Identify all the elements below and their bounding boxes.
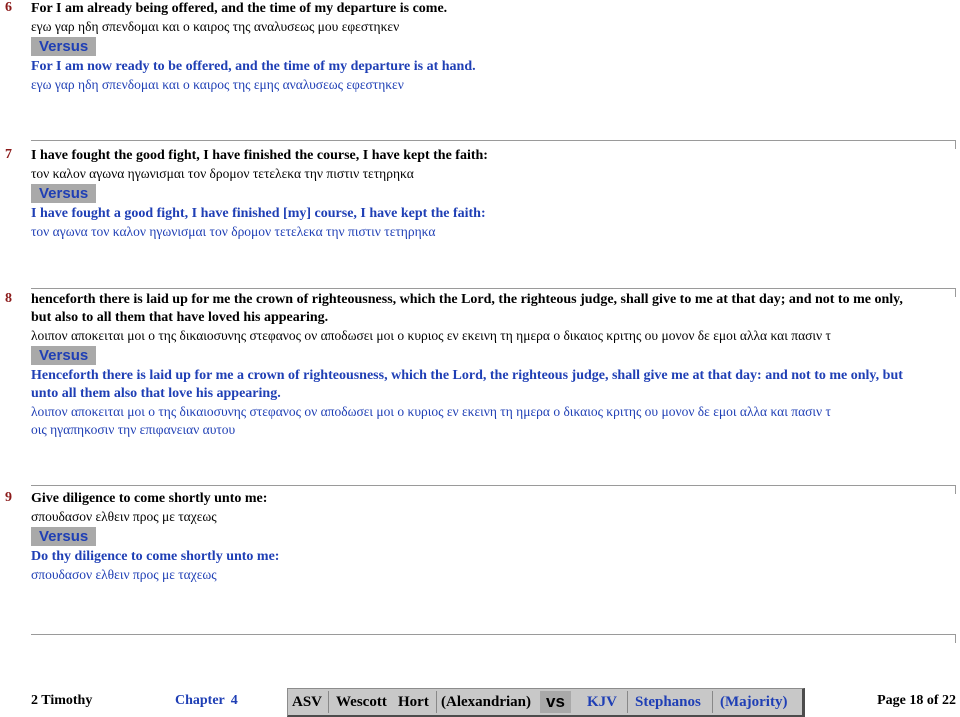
kjv-text: Do thy diligence to come shortly unto me… (31, 549, 280, 564)
verse-number: 6 (5, 0, 12, 15)
version-hort[interactable]: Hort (398, 694, 429, 711)
chapter-number: 4 (230, 693, 238, 708)
bar-divider (627, 691, 628, 713)
versus-badge: vs (540, 691, 571, 713)
versus-label: Versus (31, 184, 97, 203)
verse-number: 8 (5, 291, 12, 306)
asv-text: henceforth there is laid up for me the c… (31, 292, 903, 307)
stephanos-greek-text: λοιπον αποκειται μοι ο της δικαιοσυνης σ… (31, 404, 831, 419)
asv-text: Give diligence to come shortly unto me: (31, 491, 268, 506)
verse-separator (31, 485, 956, 494)
asv-text: For I am already being offered, and the … (31, 1, 448, 16)
asv-text: I have fought the good fight, I have fin… (31, 148, 488, 163)
stephanos-greek-text: τον αγωνα τον καλον ηγωνισμαι τον δρομον… (31, 224, 436, 239)
chapter-label: Chapter (175, 693, 225, 708)
stephanos-greek-text: εγω γαρ ηδη σπενδομαι και ο καιρος της ε… (31, 77, 404, 92)
kjv-text: I have fought a good fight, I have finis… (31, 206, 486, 221)
version-majority[interactable]: (Majority) (720, 694, 787, 711)
version-comparison-bar: ASV Wescott Hort (Alexandrian) vs KJV St… (287, 688, 805, 717)
westcott-hort-greek-text: σπουδασον ελθειν προς με ταχεως (31, 509, 217, 524)
versus-label: Versus (31, 37, 97, 56)
bar-divider (712, 691, 713, 713)
kjv-text: Henceforth there is laid up for me a cro… (31, 368, 903, 383)
westcott-hort-greek-text: λοιπον αποκειται μοι ο της δικαιοσυνης σ… (31, 328, 831, 343)
chapter-indicator: Chapter 4 (175, 693, 238, 709)
verse-number: 7 (5, 147, 12, 162)
stephanos-greek-text: οις ηγαπηκοσιν την επιφανειαν αυτου (31, 422, 236, 437)
kjv-text: For I am now ready to be offered, and th… (31, 59, 476, 74)
verse-separator (31, 634, 956, 643)
version-kjv[interactable]: KJV (587, 694, 617, 711)
versus-label: Versus (31, 346, 97, 365)
kjv-text: unto all them also that love his appeari… (31, 386, 281, 401)
version-alexandrian[interactable]: (Alexandrian) (441, 694, 531, 711)
versus-label: Versus (31, 527, 97, 546)
verse-separator (31, 140, 956, 149)
version-asv[interactable]: ASV (292, 694, 322, 711)
verse-number: 9 (5, 490, 12, 505)
book-name: 2 Timothy (31, 693, 93, 708)
page-number: Page 18 of 22 (877, 693, 956, 708)
version-wescott[interactable]: Wescott (336, 694, 387, 711)
page-footer: 2 Timothy Chapter 4 ASV Wescott Hort (Ale… (0, 688, 960, 717)
westcott-hort-greek-text: τον καλον αγωνα ηγωνισμαι τον δρομον τετ… (31, 166, 414, 181)
westcott-hort-greek-text: εγω γαρ ηδη σπενδομαι και ο καιρος της α… (31, 19, 400, 34)
asv-text: but also to all them that have loved his… (31, 310, 329, 325)
stephanos-greek-text: σπουδασον ελθειν προς με ταχεως (31, 567, 217, 582)
verse-separator (31, 288, 956, 297)
version-stephanos[interactable]: Stephanos (635, 694, 701, 711)
bar-divider (436, 691, 437, 713)
bar-divider (328, 691, 329, 713)
